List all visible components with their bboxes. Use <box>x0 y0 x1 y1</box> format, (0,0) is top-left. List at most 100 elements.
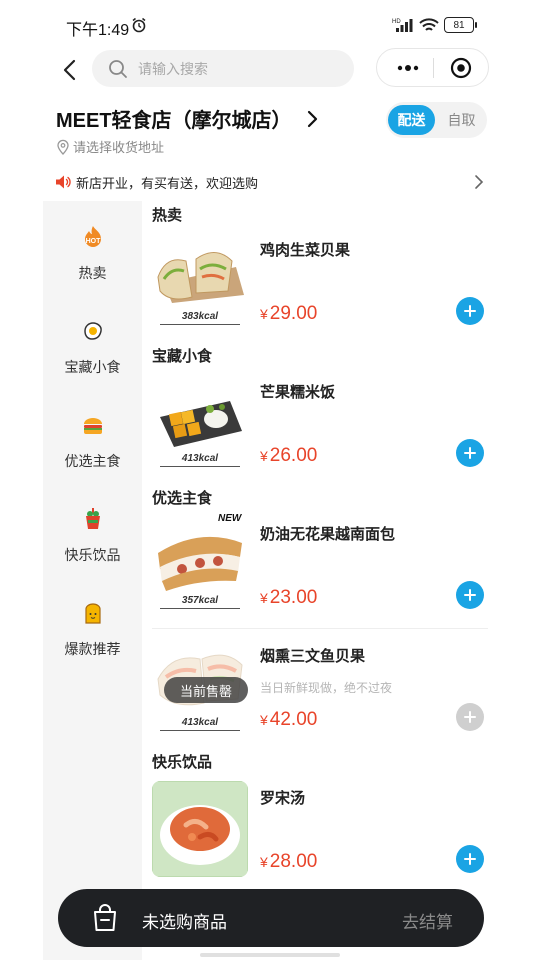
product-image: 413kcal 当前售罄 <box>152 639 248 735</box>
product-price: ¥28.00 <box>260 851 317 873</box>
battery-icon: 81 <box>444 17 477 33</box>
product-item[interactable]: 383kcal 鸡肉生菜贝果 ¥29.00 <box>152 233 488 333</box>
product-price: ¥42.00 <box>260 709 317 731</box>
cart-status-text: 未选购商品 <box>142 913 227 932</box>
capsule-divider <box>433 58 434 78</box>
product-image: 383kcal <box>152 233 248 329</box>
calorie-label: 383kcal <box>160 311 240 325</box>
battery-level: 81 <box>453 19 465 31</box>
notice-banner[interactable]: 新店开业，有买有送，欢迎选购 <box>54 171 488 193</box>
product-item[interactable]: 413kcal 当前售罄 烟熏三文鱼贝果 当日新鲜现做，绝不过夜 ¥42.00 <box>152 639 488 739</box>
add-to-cart-button[interactable] <box>456 581 484 609</box>
burger-icon <box>84 418 102 434</box>
product-image <box>152 781 248 877</box>
back-arrow-icon[interactable] <box>56 56 84 84</box>
item-divider <box>152 628 488 629</box>
more-dots-icon[interactable] <box>395 60 421 76</box>
section-title: 快乐饮品 <box>152 754 213 771</box>
add-to-cart-button[interactable] <box>456 297 484 325</box>
delivery-mode-toggle: 配送 自取 <box>386 102 487 138</box>
store-title[interactable]: MEET轻食店（摩尔城店） <box>56 104 320 133</box>
category-label: 热卖 <box>78 265 107 281</box>
currency-symbol: ¥ <box>260 590 268 606</box>
hot-badge-icon: HOT <box>85 226 102 247</box>
delivery-mode-button[interactable]: 配送 <box>388 105 435 135</box>
section-title: 优选主食 <box>152 490 213 507</box>
product-image: 357kcal <box>152 517 248 613</box>
notice-text: 新店开业，有买有送，欢迎选购 <box>76 175 259 191</box>
speaker-icon <box>56 175 71 189</box>
price-value: 42.00 <box>269 709 318 730</box>
address-selector[interactable]: 请选择收货地址 <box>56 137 164 156</box>
currency-symbol: ¥ <box>260 448 268 464</box>
add-to-cart-button[interactable] <box>456 439 484 467</box>
checkout-button[interactable]: 去结算 <box>402 908 453 933</box>
home-indicator <box>200 953 340 957</box>
chevron-right-icon <box>475 175 484 189</box>
product-price: ¥23.00 <box>260 587 317 609</box>
category-drinks[interactable]: 快乐饮品 <box>43 507 142 587</box>
drink-cup-icon <box>86 508 100 529</box>
category-label: 优选主食 <box>64 453 121 469</box>
svg-text:HOT: HOT <box>86 238 102 245</box>
product-name: 罗宋汤 <box>260 790 306 807</box>
search-icon <box>109 59 127 78</box>
category-hot[interactable]: HOT 热卖 <box>43 225 142 305</box>
currency-symbol: ¥ <box>260 712 268 728</box>
address-prompt: 请选择收货地址 <box>73 140 165 155</box>
svg-text:HD: HD <box>392 19 401 25</box>
product-name: 奶油无花果越南面包 <box>260 526 396 543</box>
price-value: 23.00 <box>269 587 318 608</box>
product-image: 413kcal <box>152 375 248 471</box>
category-sidebar: HOT 热卖 宝藏小食 优选主食 快乐饮品 爆款推荐 <box>43 201 142 960</box>
product-price: ¥29.00 <box>260 303 317 325</box>
category-snacks[interactable]: 宝藏小食 <box>43 319 142 399</box>
price-value: 26.00 <box>269 445 318 466</box>
chevron-right-icon <box>307 110 317 127</box>
product-item[interactable]: 罗宋汤 ¥28.00 <box>152 781 488 881</box>
product-item[interactable]: 413kcal 芒果糯米饭 ¥26.00 <box>152 375 488 475</box>
category-recommended[interactable]: 爆款推荐 <box>43 601 142 681</box>
search-bar[interactable] <box>92 50 354 87</box>
product-list: 热卖 383kcal 鸡肉生菜贝果 ¥29.00 宝藏小食 413kcal 芒果… <box>142 201 496 960</box>
calorie-label: 357kcal <box>160 595 240 609</box>
search-input[interactable] <box>138 60 328 77</box>
shopping-bag-icon <box>94 904 116 931</box>
price-value: 29.00 <box>269 303 318 324</box>
toast-bread-icon <box>85 603 101 624</box>
alarm-clock-icon <box>132 17 146 33</box>
product-price: ¥26.00 <box>260 445 317 467</box>
product-name: 芒果糯米饭 <box>260 384 336 401</box>
price-value: 28.00 <box>269 851 318 872</box>
fried-egg-icon <box>84 322 102 340</box>
signal-icon: HD <box>392 19 413 32</box>
calorie-label: 413kcal <box>160 717 240 731</box>
store-name: MEET轻食店（摩尔城店） <box>56 110 292 132</box>
section-title: 宝藏小食 <box>152 348 213 365</box>
cart-bar[interactable]: 未选购商品 去结算 <box>58 889 484 947</box>
currency-symbol: ¥ <box>260 306 268 322</box>
pickup-mode-button[interactable]: 自取 <box>438 105 485 135</box>
product-item[interactable]: 357kcal NEW 奶油无花果越南面包 ¥23.00 <box>152 513 488 617</box>
add-to-cart-button[interactable] <box>456 845 484 873</box>
status-bar: 下午1:49 HD 81 <box>0 0 540 50</box>
soldout-badge: 当前售罄 <box>164 677 248 703</box>
location-pin-icon <box>57 139 69 155</box>
miniprogram-capsule <box>376 48 489 87</box>
currency-symbol: ¥ <box>260 854 268 870</box>
product-name: 鸡肉生菜贝果 <box>260 242 351 259</box>
close-miniprogram-icon[interactable] <box>450 57 472 79</box>
product-description: 当日新鲜现做，绝不过夜 <box>260 681 393 695</box>
category-label: 快乐饮品 <box>64 547 121 563</box>
status-indicators: HD 81 <box>392 17 477 33</box>
product-name: 烟熏三文鱼贝果 <box>260 648 366 665</box>
add-to-cart-button-disabled <box>456 703 484 731</box>
status-time: 下午1:49 <box>66 22 130 39</box>
category-label: 爆款推荐 <box>64 641 121 657</box>
calorie-label: 413kcal <box>160 453 240 467</box>
new-badge: NEW <box>218 513 242 524</box>
wifi-icon <box>419 18 439 31</box>
category-main-food[interactable]: 优选主食 <box>43 413 142 493</box>
section-title: 热卖 <box>152 207 183 224</box>
category-label: 宝藏小食 <box>64 359 121 375</box>
